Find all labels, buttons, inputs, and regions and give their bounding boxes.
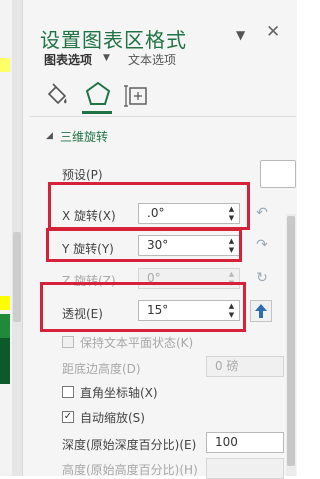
preset-label: 预设(P): [62, 168, 103, 182]
rotate-clockwise-icon[interactable]: ↻: [251, 268, 273, 290]
arrow-up-icon: [255, 304, 267, 318]
pane-scrollbar-thumb[interactable]: [287, 216, 295, 466]
highlight-box: [46, 228, 242, 262]
highlight-box: [40, 282, 246, 332]
depth-field[interactable]: 100: [206, 432, 284, 453]
autoscale-checkbox[interactable]: ✓: [62, 411, 74, 423]
sheet-scrollbar-thumb[interactable]: [13, 232, 21, 322]
size-properties-icon[interactable]: [124, 82, 152, 110]
section-3d-rotation-title[interactable]: 三维旋转: [60, 128, 108, 145]
distance-from-ground-label: 距底边高度(D): [62, 362, 141, 376]
cell-highlight: [0, 338, 10, 384]
height-label: 高度(原始高度百分比)(H): [62, 463, 198, 477]
paint-bucket-icon[interactable]: [44, 82, 72, 110]
chevron-down-icon[interactable]: ◢: [46, 131, 53, 141]
rotate-up-icon[interactable]: ↷: [251, 235, 273, 257]
tab-text-options[interactable]: 文本选项: [128, 51, 176, 68]
rotate-left-icon[interactable]: ↶: [251, 203, 273, 225]
close-icon[interactable]: ✕: [266, 22, 280, 42]
pentagon-effects-icon[interactable]: [84, 80, 112, 108]
chevron-down-icon[interactable]: ▼: [103, 53, 110, 63]
divider: [30, 116, 296, 117]
chevron-down-icon[interactable]: ▼: [236, 28, 245, 42]
pane-title: 设置图表区格式: [40, 28, 187, 52]
autoscale-label: 自动缩放(S): [80, 411, 145, 425]
tab-chart-options[interactable]: 图表选项: [44, 51, 92, 68]
keep-text-flat-label: 保持文本平面状态(K): [80, 336, 194, 350]
highlight-box: [48, 182, 250, 230]
right-angle-axes-label: 直角坐标轴(X): [80, 386, 158, 400]
increase-perspective-button[interactable]: [250, 300, 272, 322]
active-tab-indicator: [82, 111, 112, 114]
keep-text-flat-checkbox[interactable]: [62, 336, 74, 348]
right-angle-axes-checkbox[interactable]: [62, 386, 74, 398]
cell-highlight: [0, 296, 10, 310]
distance-from-ground-value: 0 磅: [215, 359, 239, 373]
distance-from-ground-field[interactable]: 0 磅: [206, 356, 284, 377]
cell-highlight: [0, 58, 10, 72]
depth-label: 深度(原始深度百分比)(E): [62, 438, 197, 452]
cell-highlight: [0, 314, 10, 338]
preset-dropdown-button[interactable]: [260, 160, 296, 188]
depth-value: 100: [215, 435, 238, 449]
